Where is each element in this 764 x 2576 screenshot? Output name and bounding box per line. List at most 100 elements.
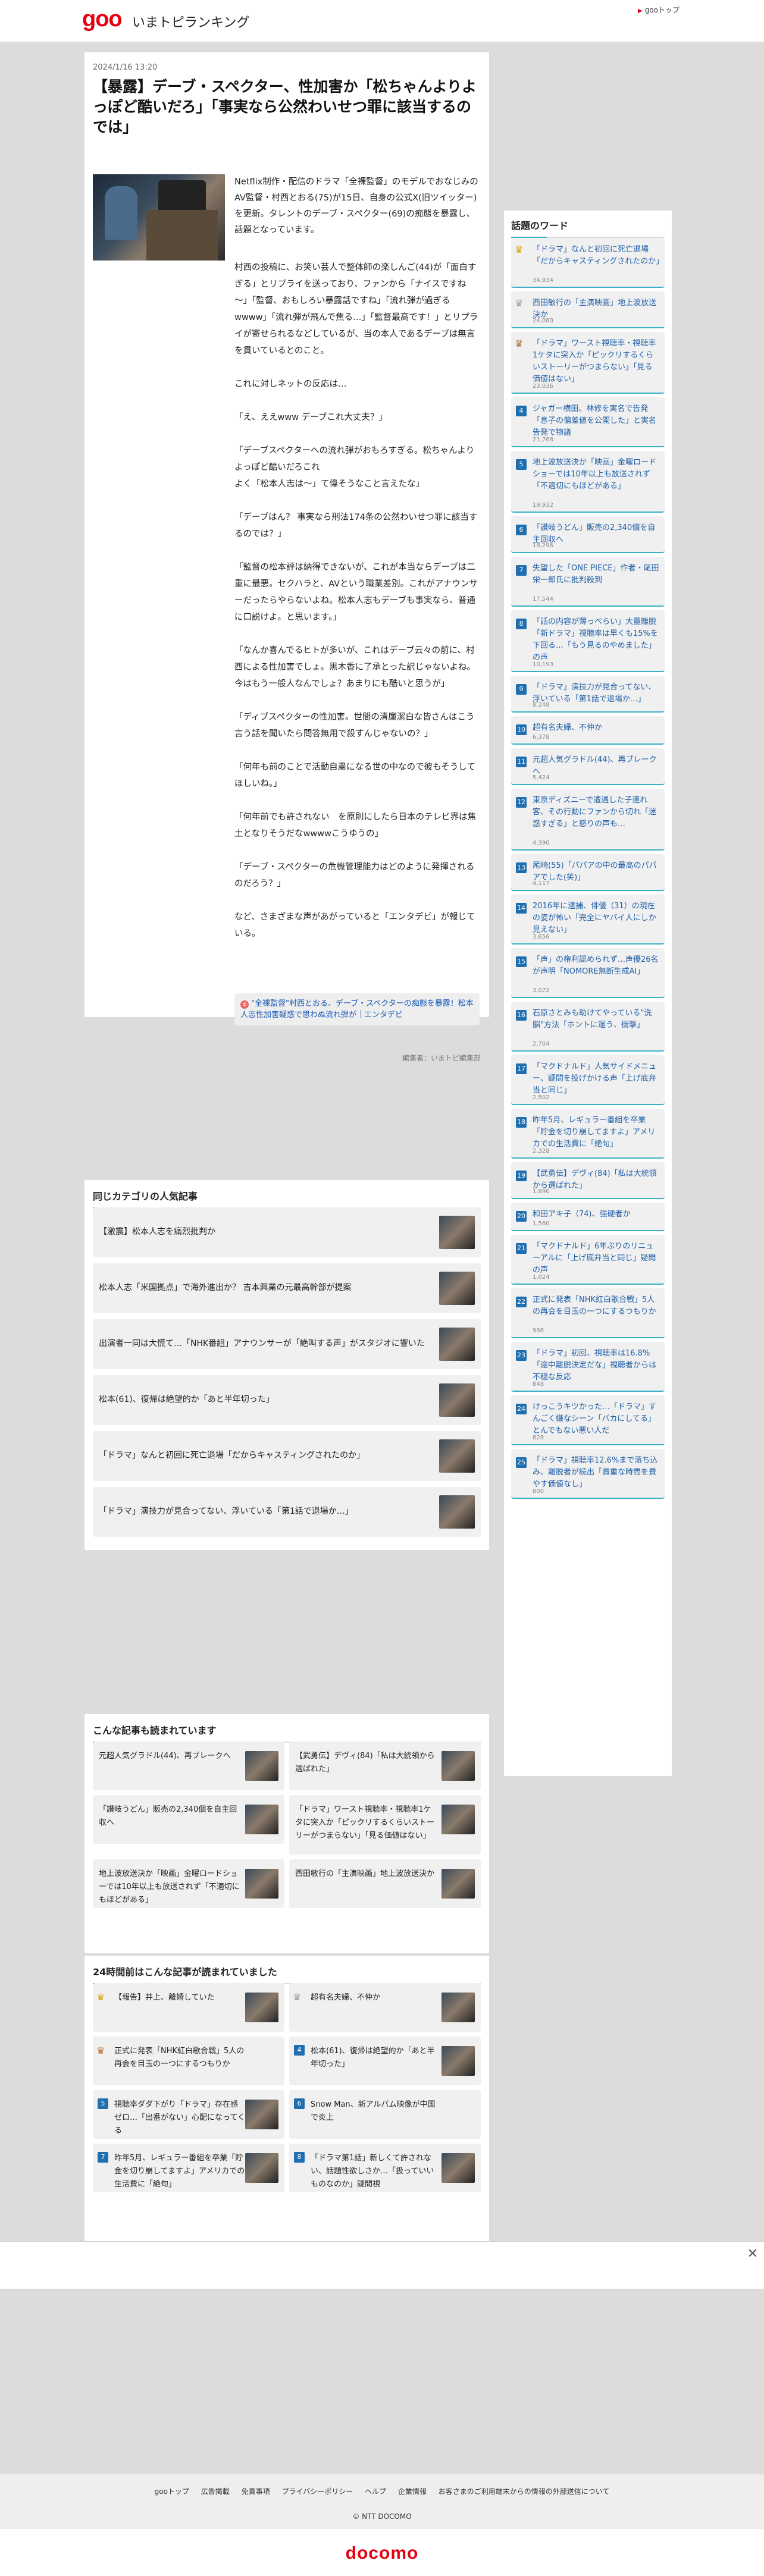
thumbnail bbox=[245, 2100, 278, 2129]
list-item[interactable]: 出演者一同は大慌て…「NHK番組」アナウンサーが「絶叫する声」がスタジオに響いた bbox=[93, 1319, 481, 1369]
rank-number: 20 bbox=[516, 1211, 527, 1222]
ranking-item-title: 正式に発表「NHK紅白歌合戦」5人の再会を目玉の一つにするつもりか bbox=[114, 2047, 245, 2069]
view-count: 998 bbox=[533, 1328, 544, 1334]
ranking-item[interactable]: ♛ 超有名夫婦、不仲か bbox=[289, 1983, 481, 2032]
ranking-item[interactable]: ♛ 正式に発表「NHK紅白歌合戦」5人の再会を目玉の一つにするつもりか bbox=[93, 2037, 284, 2085]
trending-item[interactable]: ♛ 「ドラマ」ワースト視聴率・視聴率1ケタに突入か「ピックリするくらいストーリーが… bbox=[511, 332, 665, 394]
footer-link[interactable]: お客さまのご利用端末からの情報の外部送信について bbox=[439, 2487, 610, 2496]
docomo-logo[interactable]: docomo bbox=[0, 2543, 764, 2564]
rank-number: 7 bbox=[516, 565, 527, 576]
trending-item[interactable]: 21 「マクドナルド」6年ぶりのリニューアルに「上げ底弁当と同じ」疑問の声 1,02… bbox=[511, 1235, 665, 1285]
list-item[interactable]: 西田敏行の「主演映画」地上波放送決か bbox=[289, 1859, 481, 1908]
trending-item[interactable]: 13 尾崎(55)「パパアの中の最高のパパアでした(笑)」 4,117 bbox=[511, 854, 665, 891]
list-item-title: 【激震】松本人志を痛烈批判か bbox=[99, 1227, 215, 1237]
trending-item[interactable]: 6 「讃岐うどん」販売の2,340個を自主回収へ 18,296 bbox=[511, 516, 665, 553]
trending-item[interactable]: 12 東京ディズニーで遭遇した子連れ客、その行動にファンから切れ「迷惑すぎる」と怒… bbox=[511, 789, 665, 851]
trending-words-sidebar: 話題のワード ♛ 「ドラマ」なんと初回に死亡退場「だからキャスティングされたのか」… bbox=[504, 211, 672, 1776]
article-paragraph: 「何年も前のことで活動自粛になる世の中なので彼もそうしてほしいね。」 bbox=[234, 763, 475, 789]
site-title[interactable]: いまトピランキング bbox=[132, 12, 249, 31]
trending-item[interactable]: 22 正式に発表「NHK紅白歌合戦」5人の再会を目玉の一つにするつもりか 998 bbox=[511, 1288, 665, 1338]
goo-logo[interactable]: goo bbox=[82, 7, 123, 31]
trending-item[interactable]: 10 超有名夫婦、不仲か 6,378 bbox=[511, 716, 665, 745]
footer-link[interactable]: ヘルプ bbox=[365, 2487, 386, 2496]
list-item[interactable]: 「ドラマ」演技力が見合ってない、浮いている「第1話で退場か…」 bbox=[93, 1487, 481, 1537]
section-title: 24時間前はこんな記事が読まれていました bbox=[93, 1964, 481, 1984]
trending-item-title: 「ドラマ」ワースト視聴率・視聴率1ケタに突入か「ピックリするくらいストーリーがつ… bbox=[533, 339, 656, 384]
ranking-item[interactable]: 5 視聴率ダダ下がり「ドラマ」存在感ゼロ…「出番がない」心配になってくる bbox=[93, 2090, 284, 2139]
trending-item[interactable]: 20 和田アキ子（74)、強硬者か 1,560 bbox=[511, 1203, 665, 1231]
trending-item-title: 「マクドナルド」人気サイドメニュー、疑問を投げかける声「上げ底弁当と同じ」 bbox=[533, 1062, 657, 1095]
thumbnail bbox=[439, 1439, 475, 1473]
trending-item[interactable]: 25 「ドラマ」視聴率12.6%まで落ち込み、離脱者が続出「貴重な時間を費やす価値… bbox=[511, 1449, 665, 1499]
trending-item[interactable]: 19 【武勇伝】デヴィ(84)「私は大統領から選ばれた」 1,890 bbox=[511, 1162, 665, 1199]
ranking-item[interactable]: 4 松本(61)、復帰は絶望的か「あと半年切った」 bbox=[289, 2037, 481, 2085]
footer-link[interactable]: プライバシーポリシー bbox=[281, 2487, 353, 2496]
editor-credit: 編集者：いまトピ編集部 bbox=[402, 1054, 481, 1062]
thumbnail bbox=[442, 1993, 475, 2022]
list-item[interactable]: 「ドラマ」ワースト視聴率・視聴率1ケタに突入か「ピックリするくらいストーリーがつ… bbox=[289, 1795, 481, 1855]
thumbnail bbox=[442, 1869, 475, 1899]
close-icon[interactable]: ✕ bbox=[747, 2246, 758, 2261]
footer-link[interactable]: 広告掲載 bbox=[201, 2487, 230, 2496]
ranking-item[interactable]: 7 昨年5月、レギュラー番組を卒業「貯金を切り崩してますよ」アメリカでの生活費に「… bbox=[93, 2144, 284, 2192]
list-item-title: 「讃岐うどん」販売の2,340個を自主回収へ bbox=[99, 1805, 237, 1827]
trending-item-title: 「ドラマ」初回、視聴率は16.8%「途中離脱決定だな」視聴者からは不穏な反応 bbox=[533, 1349, 657, 1382]
trending-item[interactable]: 23 「ドラマ」初回、視聴率は16.8%「途中離脱決定だな」視聴者からは不穏な反応… bbox=[511, 1342, 665, 1392]
view-count: 2,328 bbox=[533, 1148, 550, 1154]
trending-item[interactable]: 4 ジャガー横田、林修を実名で告発「息子の偏差値を公開した」と実名告発で物議 21,… bbox=[511, 397, 665, 447]
trending-item[interactable]: 8 「話の内容が薄っぺらい」大量離脱「新ドラマ」視聴率は早くも15%を下回る…「も… bbox=[511, 610, 665, 672]
rank-number: 16 bbox=[516, 1010, 527, 1021]
ranking-item-title: Snow Man、新アルバム映像が中国で炎上 bbox=[311, 2100, 436, 2122]
trending-item[interactable]: 7 失望した「ONE PIECE」作者・尾田栄一郎氏に批判殺到 17,544 bbox=[511, 557, 665, 607]
trending-item[interactable]: ♛ 「ドラマ」なんと初回に死亡退場「だからキャスティングされたのか」 34,934 bbox=[511, 238, 665, 288]
article-paragraph: 「え、ええwww デーブこれ大丈夫？」 bbox=[234, 413, 387, 422]
rank-number: 5 bbox=[516, 459, 527, 470]
rank-number: 17 bbox=[516, 1063, 527, 1074]
list-item[interactable]: 松本(61)、復帰は絶望的か「あと半年切った」 bbox=[93, 1375, 481, 1425]
rank-number: 8 bbox=[516, 619, 527, 629]
source-link[interactable]: e "全裸監督"村西とおる、デーブ・スペクターの痴態を暴露！松本人志性加害疑惑で思… bbox=[234, 993, 480, 1025]
chevron-right-icon: ▶ bbox=[638, 8, 643, 14]
view-count: 800 bbox=[533, 1488, 544, 1495]
trending-item[interactable]: 11 元超人気グラドル(44)、再ブレークへ 5,424 bbox=[511, 748, 665, 785]
list-item-title: 地上波放送決か「映画」金曜ロードショーでは10年以上も放送されず「不適切にもほど… bbox=[99, 1869, 240, 1904]
trending-item[interactable]: 17 「マクドナルド」人気サイドメニュー、疑問を投げかける声「上げ底弁当と同じ」 2… bbox=[511, 1055, 665, 1105]
trending-item[interactable]: 15 「声」の権利認められず…声優26名が声明「NOMORE無断生成AI」 3,07… bbox=[511, 948, 665, 998]
list-item[interactable]: 【武勇伝】デヴィ(84)「私は大統領から選ばれた」 bbox=[289, 1742, 481, 1790]
list-item[interactable]: 松本人志「米国拠点」で海外進出か？ 吉本興業の元最高幹部が提案 bbox=[93, 1263, 481, 1313]
view-count: 2,704 bbox=[533, 1041, 550, 1047]
trending-item[interactable]: 9 「ドラマ」演技力が見合ってない、浮いている「第1話で退場か…」 8,248 bbox=[511, 676, 665, 713]
list-item-title: 「ドラマ」ワースト視聴率・視聴率1ケタに突入か「ピックリするくらいストーリーがつ… bbox=[295, 1805, 435, 1840]
footer-link[interactable]: gooトップ bbox=[155, 2487, 189, 2496]
footer-link[interactable]: 免責事項 bbox=[242, 2487, 270, 2496]
trending-item[interactable]: 18 昨年5月、レギュラー番組を卒業「貯金を切り崩してますよ」アメリカでの生活費に… bbox=[511, 1109, 665, 1159]
article-headline: 【暴露】デーブ・スペクター、性加害か「松ちゃんよりよっぽど酷いだろ」「事実なら公… bbox=[93, 78, 477, 136]
ranking-item[interactable]: ♛ 【報告】井上、離婚していた bbox=[93, 1983, 284, 2032]
list-item[interactable]: 地上波放送決か「映画」金曜ロードショーでは10年以上も放送されず「不適切にもほど… bbox=[93, 1859, 284, 1908]
ranking-item-title: 視聴率ダダ下がり「ドラマ」存在感ゼロ…「出番がない」心配になってくる bbox=[114, 2100, 245, 2135]
trending-item[interactable]: 16 石原さとみも助けてやっている"洗脳"方法「ホントに運う、衝撃」 2,704 bbox=[511, 1002, 665, 1052]
view-count: 2,502 bbox=[533, 1094, 550, 1101]
footer-link[interactable]: 企業情報 bbox=[398, 2487, 427, 2496]
goo-top-link[interactable]: ▶ gooトップ bbox=[638, 5, 680, 15]
view-count: 828 bbox=[533, 1435, 544, 1441]
view-count: 23,036 bbox=[533, 383, 553, 390]
trending-item[interactable]: ♛ 西田敏行の「主演映画」地上波放送決か 24,080 bbox=[511, 291, 665, 328]
rank-number: 8 bbox=[294, 2152, 305, 2163]
list-item[interactable]: 【激震】松本人志を痛烈批判か bbox=[93, 1207, 481, 1257]
list-item-title: 松本(61)、復帰は絶望的か「あと半年切った」 bbox=[99, 1395, 274, 1404]
crown-icon: ♛ bbox=[515, 338, 524, 349]
section-title: こんな記事も読まれています bbox=[93, 1722, 481, 1743]
list-item[interactable]: 元超人気グラドル(44)、再ブレークへ bbox=[93, 1742, 284, 1790]
list-item[interactable]: 「讃岐うどん」販売の2,340個を自主回収へ bbox=[93, 1795, 284, 1844]
ranking-item[interactable]: 8 「ドラマ第1話」新しくて許されない、話題性欲しさか…「扱っていいものなのか」疑… bbox=[289, 2144, 481, 2192]
trending-item[interactable]: 14 2016年に逮捕、俳優（31）の現在の姿が怖い「完全にヤバイ人にしか見えない… bbox=[511, 895, 665, 945]
rank-number: 6 bbox=[294, 2098, 305, 2109]
list-item[interactable]: 「ドラマ」なんと初回に死亡退場「だからキャスティングされたのか」 bbox=[93, 1431, 481, 1481]
view-count: 24,080 bbox=[533, 318, 553, 324]
crown-icon: ♛ bbox=[515, 297, 524, 309]
trending-item[interactable]: 24 けっこうキツかった…「ドラマ」すんごく嫌なシーン「バカにしてる」とんでもない… bbox=[511, 1395, 665, 1445]
ranking-item[interactable]: 6 Snow Man、新アルバム映像が中国で炎上 bbox=[289, 2090, 481, 2139]
article-paragraph: 「デーブ・スペクターの危機管理能力はどのように発揮されるのだろう？」 bbox=[234, 862, 475, 889]
trending-item[interactable]: 5 地上波放送決か「映画」金曜ロードショーでは10年以上も放送されず「不適切にもほ… bbox=[511, 451, 665, 513]
